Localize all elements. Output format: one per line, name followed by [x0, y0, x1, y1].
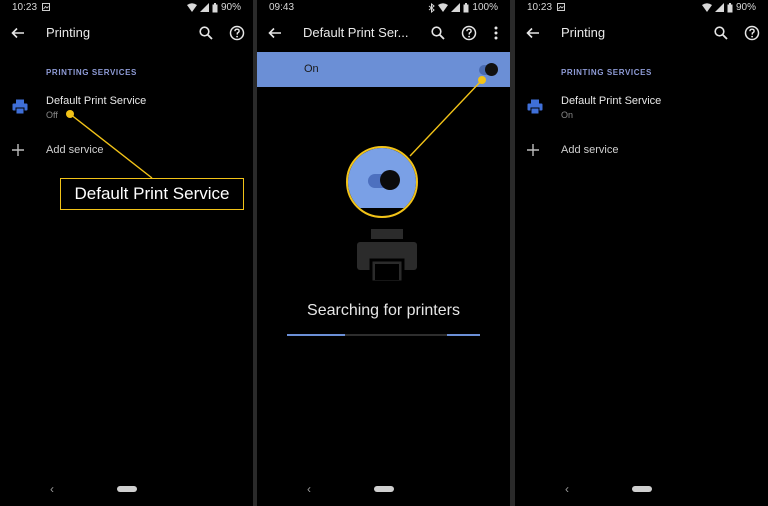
annotation-dot [478, 76, 486, 84]
annotation-dot [66, 110, 74, 118]
app-bar: Printing [0, 18, 253, 48]
signal-icon [451, 3, 461, 12]
service-status: On [561, 110, 574, 120]
screen-printing-on: 10:23 90% Printing PRINTING SERVICES Def… [515, 0, 768, 506]
arrow-back-icon[interactable] [10, 25, 26, 41]
status-time: 09:43 [269, 2, 295, 13]
status-time: 10:23 [12, 2, 38, 13]
status-bar: 09:43 100% [257, 0, 510, 16]
status-bar: 10:23 90% [0, 0, 253, 16]
wifi-icon [701, 3, 712, 12]
progress-segment-right [447, 334, 480, 336]
battery-percent: 90% [735, 2, 756, 13]
service-name: Default Print Service [46, 95, 147, 107]
bluetooth-icon [429, 2, 436, 13]
signal-icon [199, 3, 209, 12]
help-circle-icon[interactable] [229, 25, 245, 41]
searching-message: Searching for printers [307, 302, 460, 319]
status-time: 10:23 [527, 2, 553, 13]
switch-thumb[interactable] [485, 63, 498, 76]
search-icon[interactable] [430, 25, 446, 41]
page-title: Printing [561, 25, 606, 40]
nav-bar: ‹ [0, 476, 253, 506]
battery-percent: 100% [472, 2, 498, 13]
plus-icon [527, 144, 539, 156]
battery-icon [727, 2, 733, 12]
help-circle-icon[interactable] [744, 25, 760, 41]
section-header: PRINTING SERVICES [46, 68, 137, 77]
progress-segment-left [287, 334, 345, 336]
app-bar: Printing [515, 18, 768, 48]
home-pill[interactable] [116, 486, 137, 492]
add-service-label: Add service [46, 144, 104, 156]
nav-bar: ‹ [515, 476, 768, 506]
search-icon[interactable] [713, 25, 729, 41]
search-icon[interactable] [198, 25, 214, 41]
battery-icon [463, 2, 469, 12]
wifi-icon [186, 3, 197, 12]
page-title: Default Print Ser... [303, 25, 409, 40]
section-header: PRINTING SERVICES [561, 68, 652, 77]
add-service-label: Add service [561, 144, 619, 156]
screen-default-print-service: 09:43 100% Default Print Ser... On Searc… [257, 0, 510, 506]
magnified-switch-thumb [380, 170, 400, 190]
nav-bar: ‹ [257, 476, 510, 506]
wifi-icon [438, 3, 449, 12]
callout-label: Default Print Service [60, 178, 244, 210]
signal-icon [714, 3, 724, 12]
help-circle-icon[interactable] [461, 25, 477, 41]
service-name: Default Print Service [561, 95, 662, 107]
image-notification-icon [557, 3, 565, 11]
printer-icon [12, 99, 28, 115]
screen-printing-off: 10:23 90% Printing PRINTING SERVICES Def… [0, 0, 253, 506]
master-switch-bar[interactable]: On [257, 52, 510, 87]
more-vertical-icon[interactable] [488, 25, 504, 41]
printer-icon [527, 99, 543, 115]
switch-label: On [304, 63, 319, 75]
plus-icon [12, 144, 24, 156]
app-bar: Default Print Ser... [257, 18, 510, 48]
arrow-back-icon[interactable] [525, 25, 541, 41]
nav-back-icon[interactable]: ‹ [565, 482, 569, 496]
home-pill[interactable] [373, 486, 394, 492]
page-title: Printing [46, 25, 91, 40]
progress-bar [287, 334, 480, 336]
battery-icon [212, 2, 218, 12]
image-notification-icon [42, 3, 50, 11]
printer-icon [357, 229, 417, 284]
arrow-back-icon[interactable] [267, 25, 283, 41]
nav-back-icon[interactable]: ‹ [307, 482, 311, 496]
nav-back-icon[interactable]: ‹ [50, 482, 54, 496]
service-status: Off [46, 110, 58, 120]
switch-magnifier [346, 146, 418, 218]
home-pill[interactable] [631, 486, 652, 492]
battery-percent: 90% [220, 2, 241, 13]
status-bar: 10:23 90% [515, 0, 768, 16]
